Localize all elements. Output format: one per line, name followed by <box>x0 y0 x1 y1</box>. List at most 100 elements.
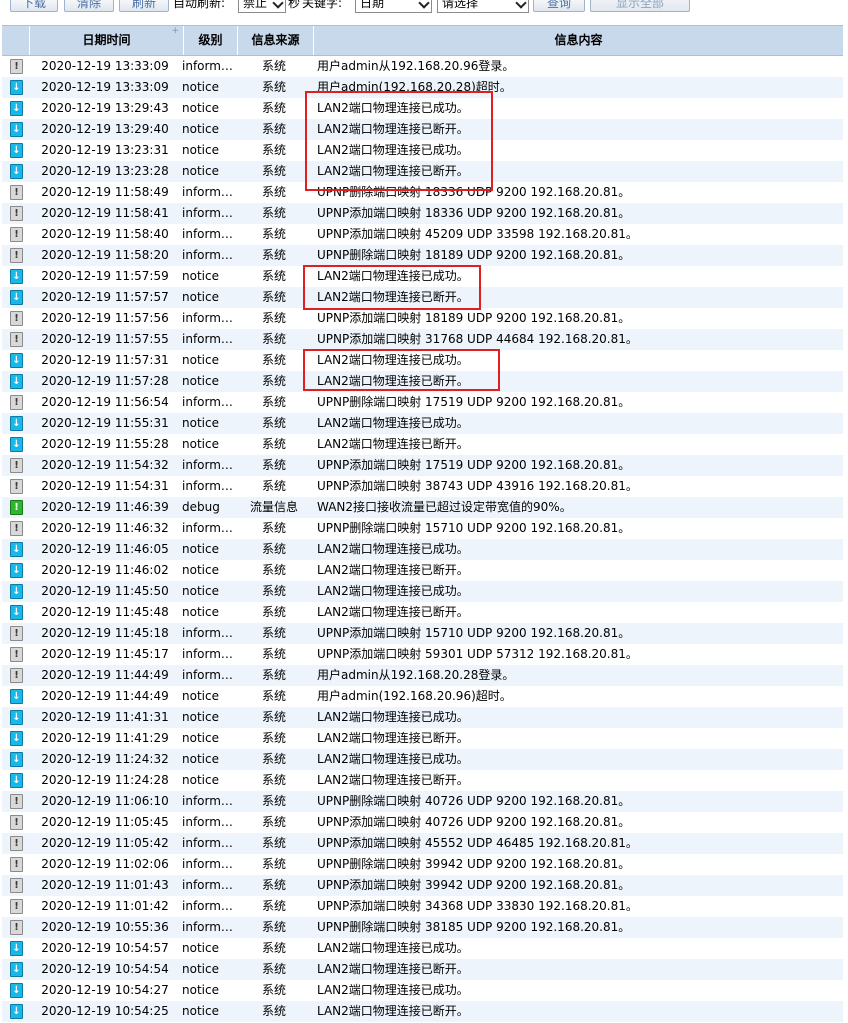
cell-content: UPNP删除端口映射 38185 UDP 9200 192.168.20.81。 <box>317 920 631 934</box>
cell-datetime: 2020-12-19 11:46:39 <box>41 500 169 514</box>
cell-level: notice <box>182 374 219 388</box>
level-icon-cell: ! <box>2 329 30 350</box>
cell-source: 系统 <box>261 416 286 430</box>
notice-level-icon: ↓ <box>10 584 23 599</box>
header-content[interactable]: 信息内容 <box>314 26 843 55</box>
cell-datetime: 2020-12-19 13:33:09 <box>41 80 169 94</box>
table-row[interactable]: ! 2020-12-19 13:33:09 inform… 系统 用户admin从192… <box>2 56 843 77</box>
cell-content: LAN2端口物理连接已断开。 <box>317 1004 469 1018</box>
table-row[interactable]: ↓ 2020-12-19 11:24:32 notice 系统 LAN2端口物理连接已成… <box>2 749 843 770</box>
refresh-button[interactable]: 刷新 <box>119 0 169 12</box>
table-row[interactable]: ! 2020-12-19 11:46:32 inform… 系统 UPNP删除端口映射 … <box>2 518 843 539</box>
table-row[interactable]: ↓ 2020-12-19 11:41:29 notice 系统 LAN2端口物理连接已断… <box>2 728 843 749</box>
info-level-icon: ! <box>10 668 23 683</box>
table-row[interactable]: ↓ 2020-12-19 11:45:50 notice 系统 LAN2端口物理连接已成… <box>2 581 843 602</box>
level-icon-cell: ↓ <box>2 1001 30 1022</box>
table-row[interactable]: ! 2020-12-19 11:58:41 inform… 系统 UPNP添加端口映射 … <box>2 203 843 224</box>
cell-datetime: 2020-12-19 10:54:54 <box>41 962 169 976</box>
download-button[interactable]: 下载 <box>10 0 58 12</box>
header-level[interactable]: 级别 <box>184 26 238 55</box>
table-row[interactable]: ! 2020-12-19 10:55:36 inform… 系统 UPNP删除端口映射 … <box>2 917 843 938</box>
keyword-field-select[interactable]: 日期 <box>355 0 432 13</box>
table-row[interactable]: ! 2020-12-19 11:01:42 inform… 系统 UPNP添加端口映射 … <box>2 896 843 917</box>
notice-level-icon: ↓ <box>10 353 23 368</box>
table-row[interactable]: ↓ 2020-12-19 11:46:05 notice 系统 LAN2端口物理连接已成… <box>2 539 843 560</box>
cell-level: inform… <box>182 227 233 241</box>
cell-datetime: 2020-12-19 11:58:20 <box>41 248 169 262</box>
cell-source: 系统 <box>261 353 286 367</box>
table-row[interactable]: ↓ 2020-12-19 10:54:25 notice 系统 LAN2端口物理连接已断… <box>2 1001 843 1022</box>
table-row[interactable]: ↓ 2020-12-19 11:41:31 notice 系统 LAN2端口物理连接已成… <box>2 707 843 728</box>
auto-refresh-select[interactable]: 禁止 <box>238 0 286 13</box>
cell-datetime: 2020-12-19 11:05:42 <box>41 836 169 850</box>
cell-level: notice <box>182 269 219 283</box>
table-row[interactable]: ! 2020-12-19 11:58:40 inform… 系统 UPNP添加端口映射 … <box>2 224 843 245</box>
cell-content: UPNP添加端口映射 38743 UDP 43916 192.168.20.81… <box>317 479 638 493</box>
level-icon-cell: ! <box>2 392 30 413</box>
table-row[interactable]: ! 2020-12-19 11:44:49 inform… 系统 用户admin从192… <box>2 665 843 686</box>
cell-datetime: 2020-12-19 13:23:28 <box>41 164 169 178</box>
cell-source: 系统 <box>261 437 286 451</box>
table-row[interactable]: ↓ 2020-12-19 10:54:27 notice 系统 LAN2端口物理连接已成… <box>2 980 843 1001</box>
table-row[interactable]: ! 2020-12-19 11:01:43 inform… 系统 UPNP添加端口映射 … <box>2 875 843 896</box>
cell-source: 系统 <box>261 689 286 703</box>
cell-source: 系统 <box>261 59 286 73</box>
cell-level: notice <box>182 1004 219 1018</box>
table-row[interactable]: ! 2020-12-19 11:45:18 inform… 系统 UPNP添加端口映射 … <box>2 623 843 644</box>
table-row[interactable]: ! 2020-12-19 11:45:17 inform… 系统 UPNP添加端口映射 … <box>2 644 843 665</box>
header-datetime[interactable]: 日期时间 + <box>30 26 184 55</box>
table-row[interactable]: ↓ 2020-12-19 11:45:48 notice 系统 LAN2端口物理连接已断… <box>2 602 843 623</box>
cell-datetime: 2020-12-19 11:46:32 <box>41 521 169 535</box>
show-all-button[interactable]: 显示全部 <box>590 0 690 12</box>
info-level-icon: ! <box>10 920 23 935</box>
cell-source: 系统 <box>261 668 286 682</box>
table-row[interactable]: ↓ 2020-12-19 10:54:54 notice 系统 LAN2端口物理连接已断… <box>2 959 843 980</box>
table-row[interactable]: ! 2020-12-19 11:58:20 inform… 系统 UPNP删除端口映射 … <box>2 245 843 266</box>
cell-content: LAN2端口物理连接已成功。 <box>317 752 469 766</box>
table-row[interactable]: ! 2020-12-19 11:54:32 inform… 系统 UPNP添加端口映射 … <box>2 455 843 476</box>
table-row[interactable]: ! 2020-12-19 11:57:56 inform… 系统 UPNP添加端口映射 … <box>2 308 843 329</box>
table-row[interactable]: ! 2020-12-19 11:06:10 inform… 系统 UPNP删除端口映射 … <box>2 791 843 812</box>
cell-datetime: 2020-12-19 10:54:27 <box>41 983 169 997</box>
cell-level: notice <box>182 689 219 703</box>
table-row[interactable]: ! 2020-12-19 11:56:54 inform… 系统 UPNP删除端口映射 … <box>2 392 843 413</box>
table-row[interactable]: ! 2020-12-19 11:05:45 inform… 系统 UPNP添加端口映射 … <box>2 812 843 833</box>
table-row[interactable]: ! 2020-12-19 11:57:55 inform… 系统 UPNP添加端口映射 … <box>2 329 843 350</box>
table-row[interactable]: ↓ 2020-12-19 11:24:28 notice 系统 LAN2端口物理连接已断… <box>2 770 843 791</box>
info-level-icon: ! <box>10 626 23 641</box>
query-button[interactable]: 查询 <box>533 0 585 12</box>
level-icon-cell: ! <box>2 56 30 77</box>
keyword-label: 关键字: <box>302 0 343 10</box>
header-source[interactable]: 信息来源 <box>238 26 314 55</box>
cell-level: notice <box>182 710 219 724</box>
table-row[interactable]: ↓ 2020-12-19 11:44:49 notice 系统 用户admin(192.… <box>2 686 843 707</box>
cell-level: inform… <box>182 479 233 493</box>
table-row[interactable]: ↓ 2020-12-19 11:55:31 notice 系统 LAN2端口物理连接已成… <box>2 413 843 434</box>
cell-content: UPNP添加端口映射 45209 UDP 33598 192.168.20.81… <box>317 227 638 241</box>
table-row[interactable]: ! 2020-12-19 11:46:39 debug 流量信息 WAN2接口接收流量已… <box>2 497 843 518</box>
info-level-icon: ! <box>10 332 23 347</box>
table-row[interactable]: ! 2020-12-19 11:05:42 inform… 系统 UPNP添加端口映射 … <box>2 833 843 854</box>
table-row[interactable]: ↓ 2020-12-19 11:55:28 notice 系统 LAN2端口物理连接已断… <box>2 434 843 455</box>
clear-button[interactable]: 清除 <box>64 0 114 12</box>
cell-datetime: 2020-12-19 11:41:31 <box>41 710 169 724</box>
notice-level-icon: ↓ <box>10 101 23 116</box>
info-level-icon: ! <box>10 248 23 263</box>
level-icon-cell: ! <box>2 665 30 686</box>
cell-datetime: 2020-12-19 11:58:41 <box>41 206 169 220</box>
cell-source: 系统 <box>261 101 286 115</box>
keyword-value-select[interactable]: 请选择 <box>437 0 529 13</box>
table-row[interactable]: ↓ 2020-12-19 11:46:02 notice 系统 LAN2端口物理连接已断… <box>2 560 843 581</box>
cell-level: inform… <box>182 815 233 829</box>
notice-level-icon: ↓ <box>10 416 23 431</box>
table-row[interactable]: ↓ 2020-12-19 10:54:57 notice 系统 LAN2端口物理连接已成… <box>2 938 843 959</box>
level-icon-cell: ! <box>2 917 30 938</box>
info-level-icon: ! <box>10 311 23 326</box>
table-row[interactable]: ! 2020-12-19 11:02:06 inform… 系统 UPNP删除端口映射 … <box>2 854 843 875</box>
level-icon-cell: ! <box>2 455 30 476</box>
info-level-icon: ! <box>10 899 23 914</box>
table-row[interactable]: ! 2020-12-19 11:54:31 inform… 系统 UPNP添加端口映射 … <box>2 476 843 497</box>
cell-datetime: 2020-12-19 11:41:29 <box>41 731 169 745</box>
cell-level: inform… <box>182 794 233 808</box>
level-icon-cell: ! <box>2 644 30 665</box>
